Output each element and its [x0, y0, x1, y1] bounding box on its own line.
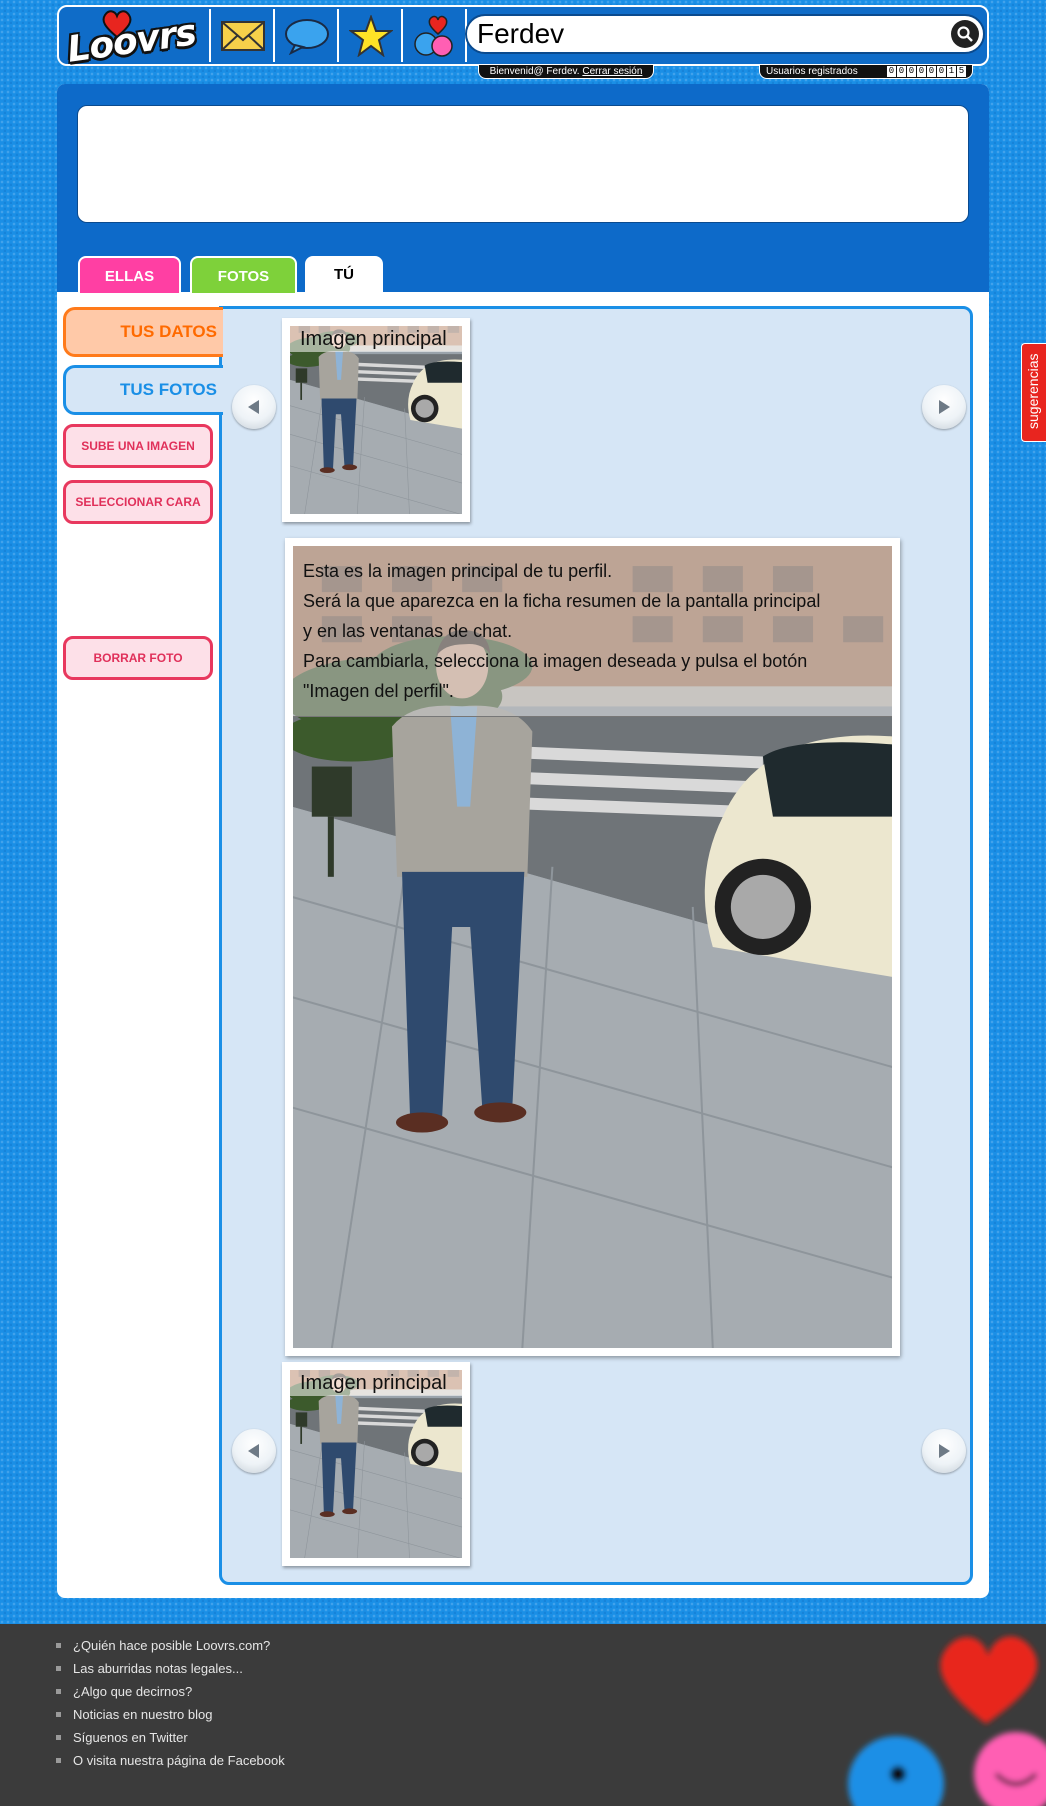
messages-nav-button[interactable]: [213, 9, 275, 62]
counter-digit: 0: [937, 66, 946, 77]
registered-users-label: Usuarios registrados: [766, 66, 858, 77]
photos-content-area: Imagen principal Esta es la imagen princ…: [219, 306, 973, 1585]
upload-image-button[interactable]: SUBE UNA IMAGEN: [63, 424, 213, 468]
thumbs-prev-button-bottom[interactable]: [232, 1429, 276, 1473]
footer-link-about[interactable]: ¿Quién hace posible Loovrs.com?: [56, 1634, 285, 1657]
thumbs-prev-button[interactable]: [232, 385, 276, 429]
footer-link-legal[interactable]: Las aburridas notas legales...: [56, 1657, 285, 1680]
counter-digit: 1: [947, 66, 956, 77]
thumbs-next-button-bottom[interactable]: [922, 1429, 966, 1473]
thumbnail-caption: Imagen principal: [290, 326, 462, 352]
registered-users-counter: 0 0 0 0 0 0 1 5: [887, 66, 966, 77]
matches-nav-button[interactable]: [405, 9, 467, 62]
caption-line: y en las ventanas de chat.: [303, 621, 513, 641]
banner-area: [77, 105, 969, 223]
counter-digit: 0: [897, 66, 906, 77]
counter-digit: 0: [917, 66, 926, 77]
footer-link-blog[interactable]: Noticias en nuestro blog: [56, 1703, 285, 1726]
caption-line: Será la que aparezca en la ficha resumen…: [303, 591, 821, 611]
chat-nav-button[interactable]: [277, 9, 339, 62]
thumbs-next-button[interactable]: [922, 385, 966, 429]
counter-digit: 0: [927, 66, 936, 77]
couple-hearts-icon: [414, 15, 453, 57]
search-box: [465, 14, 985, 54]
search-icon: [957, 26, 973, 42]
star-icon: [349, 14, 393, 57]
select-face-button[interactable]: SELECCIONAR CARA: [63, 480, 213, 524]
suggestions-tab[interactable]: sugerencias: [1021, 343, 1046, 442]
main-photo-caption: Esta es la imagen principal de tu perfil…: [293, 546, 892, 717]
footer: ¿Quién hace posible Loovrs.com? Las abur…: [0, 1624, 1046, 1806]
counter-digit: 0: [907, 66, 916, 77]
counter-digit: 5: [957, 66, 966, 77]
sidebar-item-tus-datos[interactable]: TUS DATOS: [63, 307, 223, 357]
footer-decorative-faces: [836, 1624, 1046, 1806]
envelope-icon: [221, 20, 265, 51]
arrow-left-icon: [248, 400, 259, 414]
footer-link-facebook[interactable]: O visita nuestra página de Facebook: [56, 1749, 285, 1772]
footer-links: ¿Quién hace posible Loovrs.com? Las abur…: [56, 1634, 285, 1772]
welcome-bar: Bienvenid@ Ferdev. Cerrar sesión: [478, 64, 654, 79]
main-photo-card: Esta es la imagen principal de tu perfil…: [285, 538, 900, 1356]
arrow-right-icon: [939, 1444, 950, 1458]
tab-tu[interactable]: TÚ: [305, 256, 383, 294]
thumbnail-image: Imagen principal: [290, 326, 462, 514]
delete-photo-button[interactable]: BORRAR FOTO: [63, 636, 213, 680]
suggestions-label: sugerencias: [1025, 353, 1041, 430]
search-button[interactable]: [951, 20, 979, 48]
registered-users-bar: Usuarios registrados 0 0 0 0 0 0 1 5: [759, 64, 973, 79]
photo-thumbnail[interactable]: Imagen principal: [282, 1362, 470, 1566]
main-panel-header: ELLAS FOTOS TÚ: [57, 84, 989, 294]
footer-link-contact[interactable]: ¿Algo que decirnos?: [56, 1680, 285, 1703]
footer-link-twitter[interactable]: Síguenos en Twitter: [56, 1726, 285, 1749]
thumbnail-caption: Imagen principal: [290, 1370, 462, 1396]
sidebar-item-tus-fotos[interactable]: TUS FOTOS: [63, 365, 223, 415]
site-logo[interactable]: Loovrs: [61, 9, 211, 71]
thumbnail-image: Imagen principal: [290, 1370, 462, 1558]
arrow-right-icon: [939, 400, 950, 414]
speech-bubble-icon: [285, 18, 329, 55]
arrow-left-icon: [248, 1444, 259, 1458]
favorites-nav-button[interactable]: [341, 9, 403, 62]
caption-line: "Imagen del perfil".: [303, 681, 454, 701]
search-input[interactable]: [477, 18, 917, 50]
caption-line: Para cambiarla, selecciona la imagen des…: [303, 651, 808, 671]
tab-fotos[interactable]: FOTOS: [190, 256, 297, 293]
photo-thumbnail[interactable]: Imagen principal: [282, 318, 470, 522]
top-navigation-bar: Loovrs: [57, 5, 989, 71]
counter-digit: 0: [887, 66, 896, 77]
tab-ellas[interactable]: ELLAS: [78, 256, 181, 293]
logo-heart-icon: [102, 10, 132, 39]
caption-line: Esta es la imagen principal de tu perfil…: [303, 561, 613, 581]
main-panel: ELLAS FOTOS TÚ Imagen principal Esta es …: [57, 84, 989, 1598]
logout-link[interactable]: Cerrar sesión: [582, 66, 642, 77]
welcome-text: Bienvenid@ Ferdev.: [489, 66, 580, 77]
main-photo-image: Esta es la imagen principal de tu perfil…: [293, 546, 892, 1348]
